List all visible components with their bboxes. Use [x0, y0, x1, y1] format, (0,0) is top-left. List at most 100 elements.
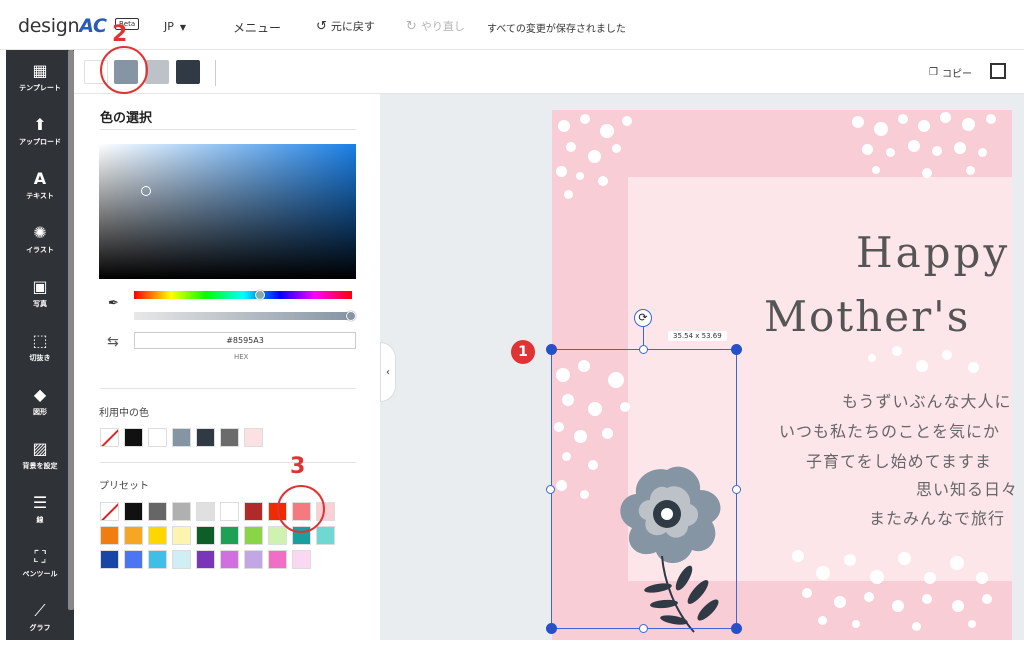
sidebar-item-line[interactable]: ☰ 線: [6, 494, 74, 525]
preset-swatch[interactable]: [220, 526, 239, 545]
preset-swatch[interactable]: [172, 550, 191, 569]
sidebar-item-label: テンプレート: [19, 84, 61, 92]
decor-dot: [802, 588, 812, 598]
resize-handle-left[interactable]: [546, 485, 555, 494]
collapse-panel-button[interactable]: ‹: [380, 342, 396, 402]
sidebar-item-graph[interactable]: ⟋ グラフ: [6, 602, 74, 633]
preset-swatch[interactable]: [220, 550, 239, 569]
resize-handle-bottom[interactable]: [639, 624, 648, 633]
in-use-swatch[interactable]: [196, 428, 215, 447]
preset-swatch[interactable]: [244, 526, 263, 545]
preset-swatch[interactable]: [196, 550, 215, 569]
alpha-slider-handle[interactable]: [346, 311, 356, 321]
preset-swatch[interactable]: [244, 502, 263, 521]
in-use-swatch[interactable]: [244, 428, 263, 447]
preset-swatch-none[interactable]: [100, 502, 119, 521]
preset-swatch[interactable]: [100, 550, 119, 569]
decor-dot: [912, 622, 921, 631]
redo-button[interactable]: ↻ やり直し: [406, 18, 465, 34]
resize-handle-bottom-right[interactable]: [731, 623, 742, 634]
selection-size-label: 35.54 x 53.69: [668, 331, 727, 341]
resize-handle-top-left[interactable]: [546, 344, 557, 355]
alpha-slider[interactable]: [134, 312, 352, 320]
preset-swatch[interactable]: [316, 526, 335, 545]
saturation-picker[interactable]: [99, 144, 356, 279]
decor-dot: [886, 148, 895, 157]
undo-icon: ↺: [316, 18, 327, 34]
resize-handle-top-right[interactable]: [731, 344, 742, 355]
decor-dot: [598, 176, 608, 186]
sidebar-item-upload[interactable]: ⬆ アップロード: [6, 116, 74, 147]
preset-swatch[interactable]: [172, 526, 191, 545]
preset-swatch[interactable]: [292, 550, 311, 569]
card-message-line[interactable]: いつも私たちのことを気にか: [779, 418, 1000, 442]
in-use-swatch[interactable]: [220, 428, 239, 447]
preset-swatch[interactable]: [268, 550, 287, 569]
preset-swatch[interactable]: [148, 550, 167, 569]
card-message-line[interactable]: もうずいぶんな大人に: [842, 388, 1012, 412]
undo-button[interactable]: ↺ 元に戻す: [316, 18, 375, 34]
copy-label: コピー: [942, 69, 972, 80]
card-title-line2[interactable]: Mother's: [764, 292, 970, 341]
sidebar-item-crop[interactable]: ⬚ 切抜き: [6, 332, 74, 363]
logo[interactable]: designAC: [18, 15, 107, 37]
in-use-swatch[interactable]: [172, 428, 191, 447]
card-message-line[interactable]: 思い知る日々: [916, 476, 1018, 500]
decor-dot: [976, 572, 988, 584]
in-use-swatch[interactable]: [148, 428, 167, 447]
selection-box[interactable]: [551, 349, 737, 629]
sidebar-item-pen-tool[interactable]: ⛶ ペンツール: [6, 548, 74, 579]
decor-dot: [852, 116, 864, 128]
preset-swatch[interactable]: [100, 526, 119, 545]
preset-swatch[interactable]: [196, 526, 215, 545]
in-use-swatch[interactable]: [124, 428, 143, 447]
decor-dot: [834, 596, 846, 608]
resize-handle-top[interactable]: [639, 345, 648, 354]
background-icon: ▨: [32, 439, 48, 458]
sidebar-item-text[interactable]: A テキスト: [6, 170, 74, 201]
card-message-line[interactable]: またみんなで旅行: [869, 505, 1005, 529]
toolbar-swatch-dark[interactable]: [176, 60, 200, 84]
sidebar-item-shape[interactable]: ◆ 図形: [6, 386, 74, 417]
logo-accent: AC: [79, 15, 107, 37]
hue-slider-handle[interactable]: [255, 290, 265, 300]
hex-input[interactable]: #8595A3: [134, 332, 356, 349]
resize-handle-bottom-left[interactable]: [546, 623, 557, 634]
toolbar-swatch-light-gray[interactable]: [145, 60, 169, 84]
decor-dot: [982, 594, 992, 604]
preset-swatch[interactable]: [220, 502, 239, 521]
preset-swatch[interactable]: [124, 502, 143, 521]
sidebar-item-photo[interactable]: ▣ 写真: [6, 278, 74, 309]
resize-handle-right[interactable]: [732, 485, 741, 494]
rotate-icon[interactable]: ⟳: [634, 309, 652, 327]
toolbar-divider: [215, 60, 216, 86]
eyedropper-icon[interactable]: ✒: [108, 296, 119, 311]
preset-swatch[interactable]: [124, 526, 143, 545]
card-title-line1[interactable]: Happy: [856, 228, 1010, 277]
shape-icon: ◆: [33, 385, 47, 404]
swap-icon[interactable]: ⇆: [107, 334, 119, 350]
preset-swatch[interactable]: [244, 550, 263, 569]
preset-swatch[interactable]: [172, 502, 191, 521]
preset-swatch[interactable]: [124, 550, 143, 569]
language-selector[interactable]: JP ▼: [164, 20, 186, 33]
template-icon: ▦: [32, 61, 48, 80]
sidebar-item-template[interactable]: ▦ テンプレート: [6, 62, 74, 93]
preset-swatch[interactable]: [196, 502, 215, 521]
upload-icon: ⬆: [33, 115, 47, 134]
preset-swatch[interactable]: [148, 502, 167, 521]
sidebar-item-background[interactable]: ▨ 背景を設定: [6, 440, 74, 471]
expand-icon[interactable]: [990, 63, 1006, 79]
decor-dot: [864, 592, 874, 602]
saturation-handle[interactable]: [141, 186, 151, 196]
card-message-line[interactable]: 子育てをし始めてますま: [806, 448, 992, 472]
in-use-swatch-none[interactable]: [100, 428, 119, 447]
menu-button[interactable]: メニュー: [233, 19, 281, 36]
preset-swatch[interactable]: [268, 526, 287, 545]
hue-slider[interactable]: [134, 291, 352, 299]
sidebar-item-illustration[interactable]: ✺ イラスト: [6, 224, 74, 255]
decor-dot: [954, 142, 966, 154]
sidebar-item-label: 図形: [33, 408, 47, 416]
copy-button[interactable]: ❐ コピー: [929, 65, 972, 80]
preset-swatch[interactable]: [148, 526, 167, 545]
